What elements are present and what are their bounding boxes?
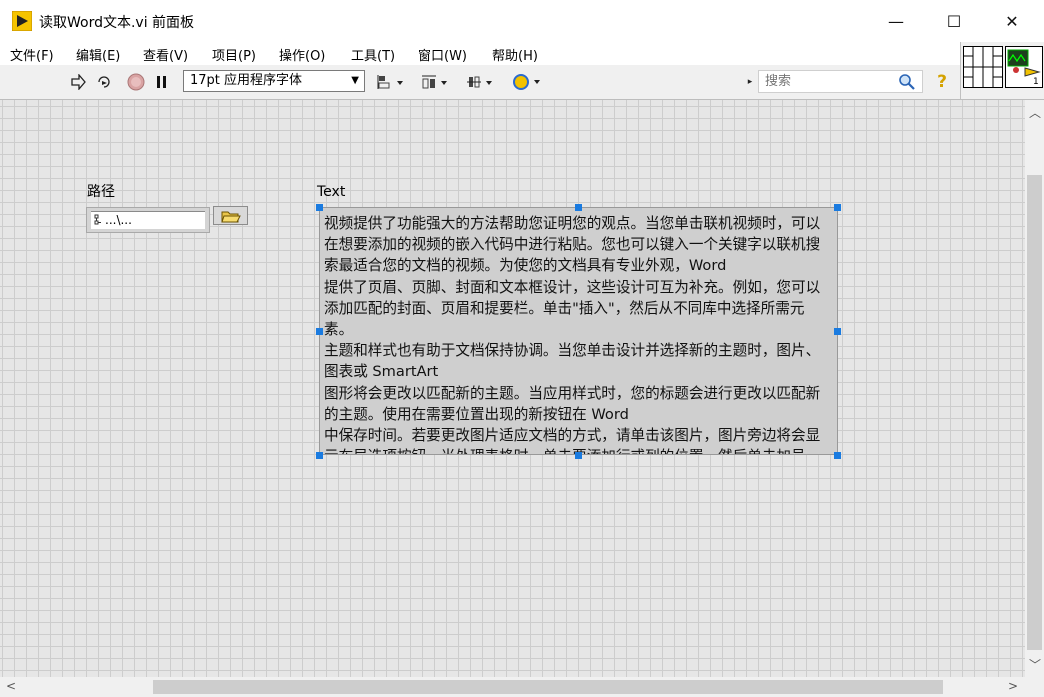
text-value: 视频提供了功能强大的方法帮助您证明您的观点。当您单击联机视频时，可以在想要添加的… — [324, 215, 821, 454]
menu-file[interactable]: 文件(F) — [10, 45, 54, 64]
run-continuously-icon[interactable] — [94, 71, 116, 93]
path-type-icon — [94, 214, 101, 225]
menu-operate[interactable]: 操作(O) — [279, 45, 325, 64]
selection-handle[interactable] — [316, 452, 323, 459]
menu-project[interactable]: 项目(P) — [212, 45, 256, 64]
vertical-scroll-thumb[interactable] — [1027, 175, 1042, 650]
terminal-count: 1 — [1033, 77, 1039, 87]
font-select-value: 17pt 应用程序字体 — [190, 73, 303, 88]
selection-handle[interactable] — [575, 204, 582, 211]
font-select[interactable]: 17pt 应用程序字体 ▼ — [183, 70, 365, 92]
vi-icon[interactable]: 1 — [1005, 46, 1043, 88]
menu-bar: 文件(F) 编辑(E) 查看(V) 项目(P) 操作(O) 工具(T) 窗口(W… — [0, 42, 960, 65]
scroll-up-icon[interactable]: ︿ — [1029, 104, 1041, 121]
menu-help[interactable]: 帮助(H) — [492, 45, 538, 64]
selection-handle[interactable] — [834, 328, 841, 335]
horizontal-scroll-thumb[interactable] — [153, 680, 943, 694]
context-help-icon[interactable]: ? — [932, 71, 952, 93]
selection-handle[interactable] — [316, 204, 323, 211]
chevron-down-icon: ▼ — [351, 75, 359, 86]
menu-window[interactable]: 窗口(W) — [418, 45, 467, 64]
path-control[interactable]: ...\... — [86, 207, 210, 233]
reorder-icon[interactable] — [511, 71, 545, 93]
search-box[interactable] — [758, 70, 923, 93]
selection-handle[interactable] — [575, 452, 582, 459]
selection-handle[interactable] — [834, 204, 841, 211]
resize-objects-icon[interactable] — [465, 71, 497, 93]
distribute-objects-icon[interactable] — [420, 71, 452, 93]
search-expand-icon[interactable]: ▸ — [744, 71, 756, 93]
abort-icon[interactable] — [125, 71, 147, 93]
menu-tools[interactable]: 工具(T) — [351, 45, 395, 64]
maximize-button[interactable]: ☐ — [931, 0, 977, 42]
toolbar: 17pt 应用程序字体 ▼ ▸ ? — [0, 65, 960, 100]
close-button[interactable]: ✕ — [989, 0, 1035, 42]
minimize-button[interactable]: — — [873, 0, 919, 42]
folder-open-icon — [220, 211, 241, 222]
title-bar: 读取Word文本.vi 前面板 — ☐ ✕ — [0, 0, 1044, 42]
selection-handle[interactable] — [834, 452, 841, 459]
scroll-right-icon[interactable]: > — [1008, 679, 1018, 693]
align-objects-icon[interactable] — [376, 71, 408, 93]
search-icon[interactable] — [898, 73, 916, 91]
path-label: 路径 — [87, 184, 115, 200]
path-value: ...\... — [105, 213, 132, 227]
selection-handle[interactable] — [316, 328, 323, 335]
scroll-left-icon[interactable]: < — [6, 679, 16, 693]
text-label: Text — [317, 184, 346, 200]
connector-pane-icon[interactable] — [963, 46, 1003, 88]
browse-button[interactable] — [213, 206, 248, 225]
labview-vi-icon — [12, 11, 32, 31]
run-arrow-icon[interactable] — [68, 71, 88, 93]
text-indicator[interactable]: 视频提供了功能强大的方法帮助您证明您的观点。当您单击联机视频时，可以在想要添加的… — [319, 207, 838, 455]
search-input[interactable] — [763, 73, 887, 90]
connector-panel: 1 — [960, 42, 1044, 100]
menu-view[interactable]: 查看(V) — [143, 45, 188, 64]
pause-icon[interactable] — [152, 71, 172, 93]
scroll-down-icon[interactable]: ﹀ — [1029, 656, 1041, 673]
menu-edit[interactable]: 编辑(E) — [76, 45, 120, 64]
window-title: 读取Word文本.vi 前面板 — [39, 15, 195, 31]
path-input[interactable]: ...\... — [91, 211, 205, 229]
